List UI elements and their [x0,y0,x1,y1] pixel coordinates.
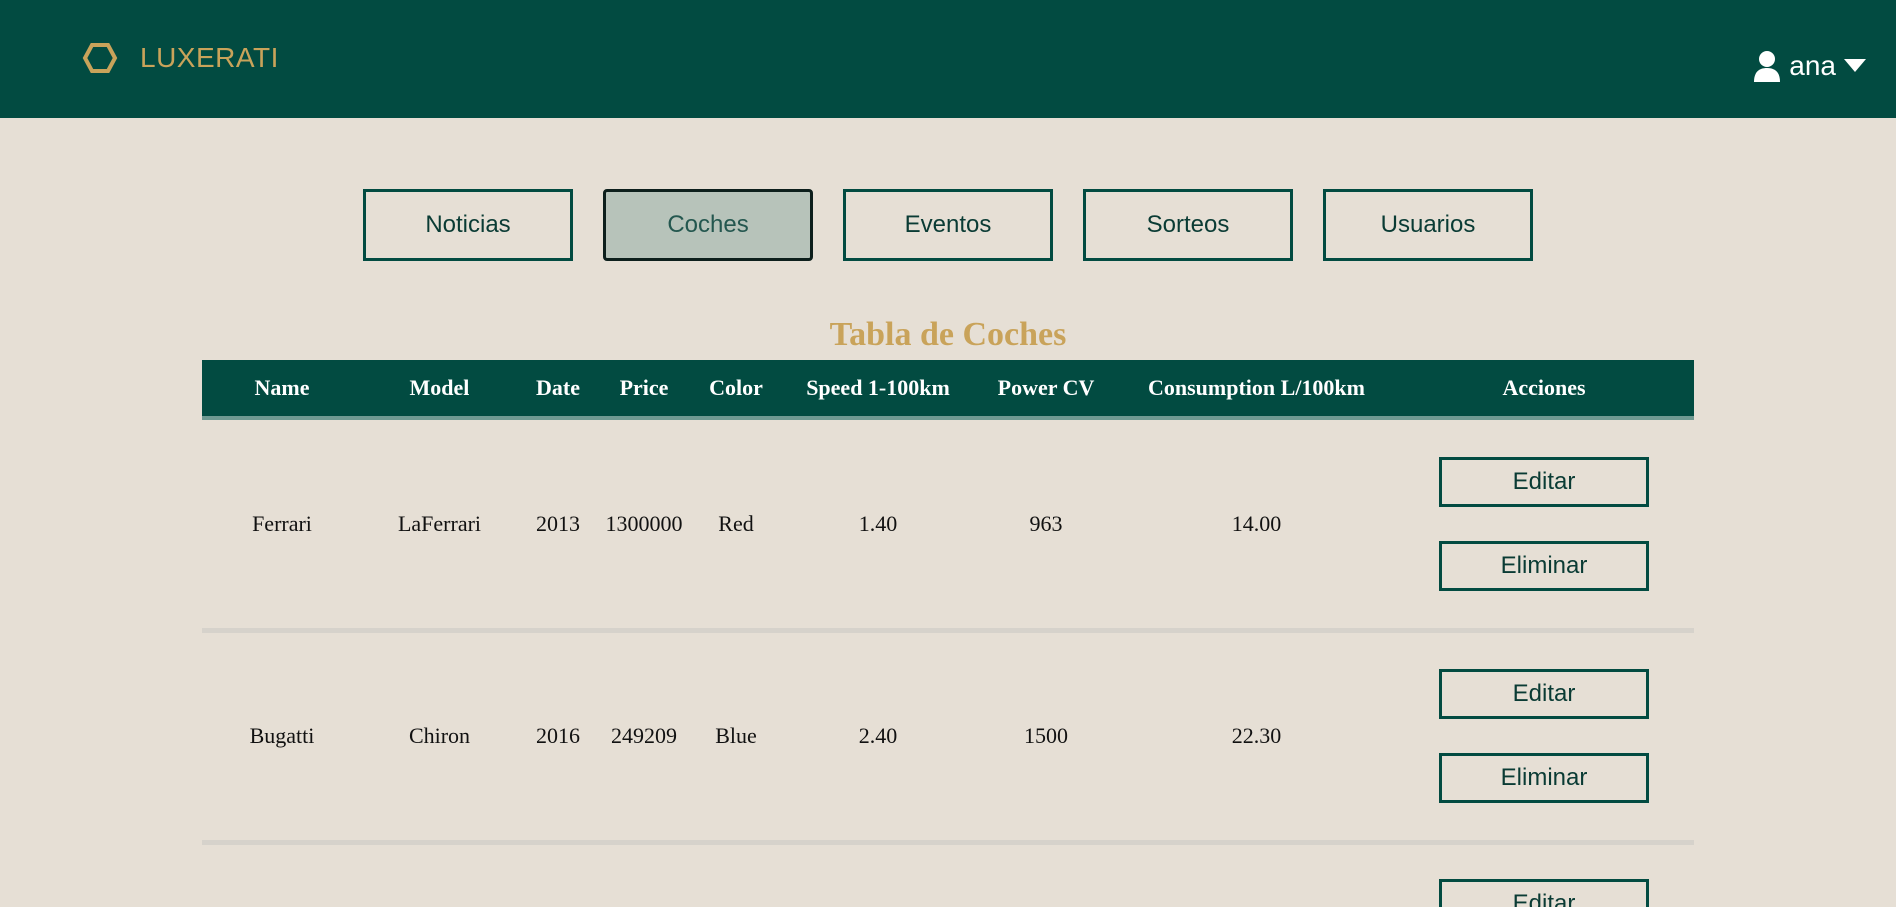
cell-power: 1500 [973,630,1119,845]
cell-consumption: 22.30 [1119,630,1394,845]
column-header-model: Model [362,360,517,420]
tab-noticias[interactable]: Noticias [363,189,573,261]
column-header-actions: Acciones [1394,360,1694,420]
cell-power: 963 [973,418,1119,633]
cell-model: Chiron [362,630,517,845]
column-header-consumption: Consumption L/100km [1119,360,1394,420]
cell-speed: 1.40 [783,418,973,633]
cell-color: Blue [689,630,783,845]
cell-name: Bugatti [202,630,362,845]
row-actions: Editar Eliminar [1394,456,1694,591]
delete-button[interactable]: Eliminar [1439,540,1649,591]
cell-actions: Editar Eliminar [1394,418,1694,633]
cell-price: 249209 [599,630,689,845]
tab-sorteos[interactable]: Sorteos [1083,189,1293,261]
cell-actions: Editar [1394,842,1694,907]
brand-logo[interactable]: LUXERATI [82,40,279,76]
edit-button[interactable]: Editar [1439,878,1649,907]
cell-color: Red [689,418,783,633]
table-row: Bugatti Chiron 2016 249209 Blue 2.40 150… [202,630,1694,845]
table-title: Tabla de Coches [829,316,1067,353]
row-actions: Editar Eliminar [1394,669,1694,803]
table-header-row: Name Model Date Price Color Speed 1-100k… [202,360,1694,420]
cell-name: Ferrari [202,418,362,633]
tab-usuarios[interactable]: Usuarios [1323,189,1533,261]
column-header-name: Name [202,360,362,420]
cell-date: 2016 [517,630,599,845]
user-name: ana [1789,50,1836,81]
top-header: LUXERATI ana [0,0,1896,118]
cars-table-container: Name Model Date Price Color Speed 1-100k… [202,360,1694,907]
cell-model: LaFerrari [362,418,517,633]
cell-speed: 2.40 [783,630,973,845]
caret-down-icon[interactable] [1844,59,1866,73]
cell-actions: Editar Eliminar [1394,630,1694,845]
cell-date: 2013 [517,418,599,633]
brand-name: LUXERATI [140,42,279,73]
column-header-color: Color [689,360,783,420]
table-row: Ferrari LaFerrari 2013 1300000 Red 1.40 … [202,418,1694,633]
cell-price: 1300000 [599,418,689,633]
row-actions: Editar [1394,878,1694,907]
user-menu[interactable]: ana [1753,50,1866,82]
edit-button[interactable]: Editar [1439,669,1649,719]
hexagon-icon [82,43,118,73]
cars-table: Name Model Date Price Color Speed 1-100k… [202,360,1694,907]
column-header-speed: Speed 1-100km [783,360,973,420]
edit-button[interactable]: Editar [1439,456,1649,507]
column-header-date: Date [517,360,599,420]
user-icon [1753,50,1781,82]
column-header-price: Price [599,360,689,420]
table-row: Editar [202,842,1694,907]
delete-button[interactable]: Eliminar [1439,753,1649,803]
column-header-power: Power CV [973,360,1119,420]
tab-coches[interactable]: Coches [603,189,813,261]
tab-eventos[interactable]: Eventos [843,189,1053,261]
cell-consumption: 14.00 [1119,418,1394,633]
